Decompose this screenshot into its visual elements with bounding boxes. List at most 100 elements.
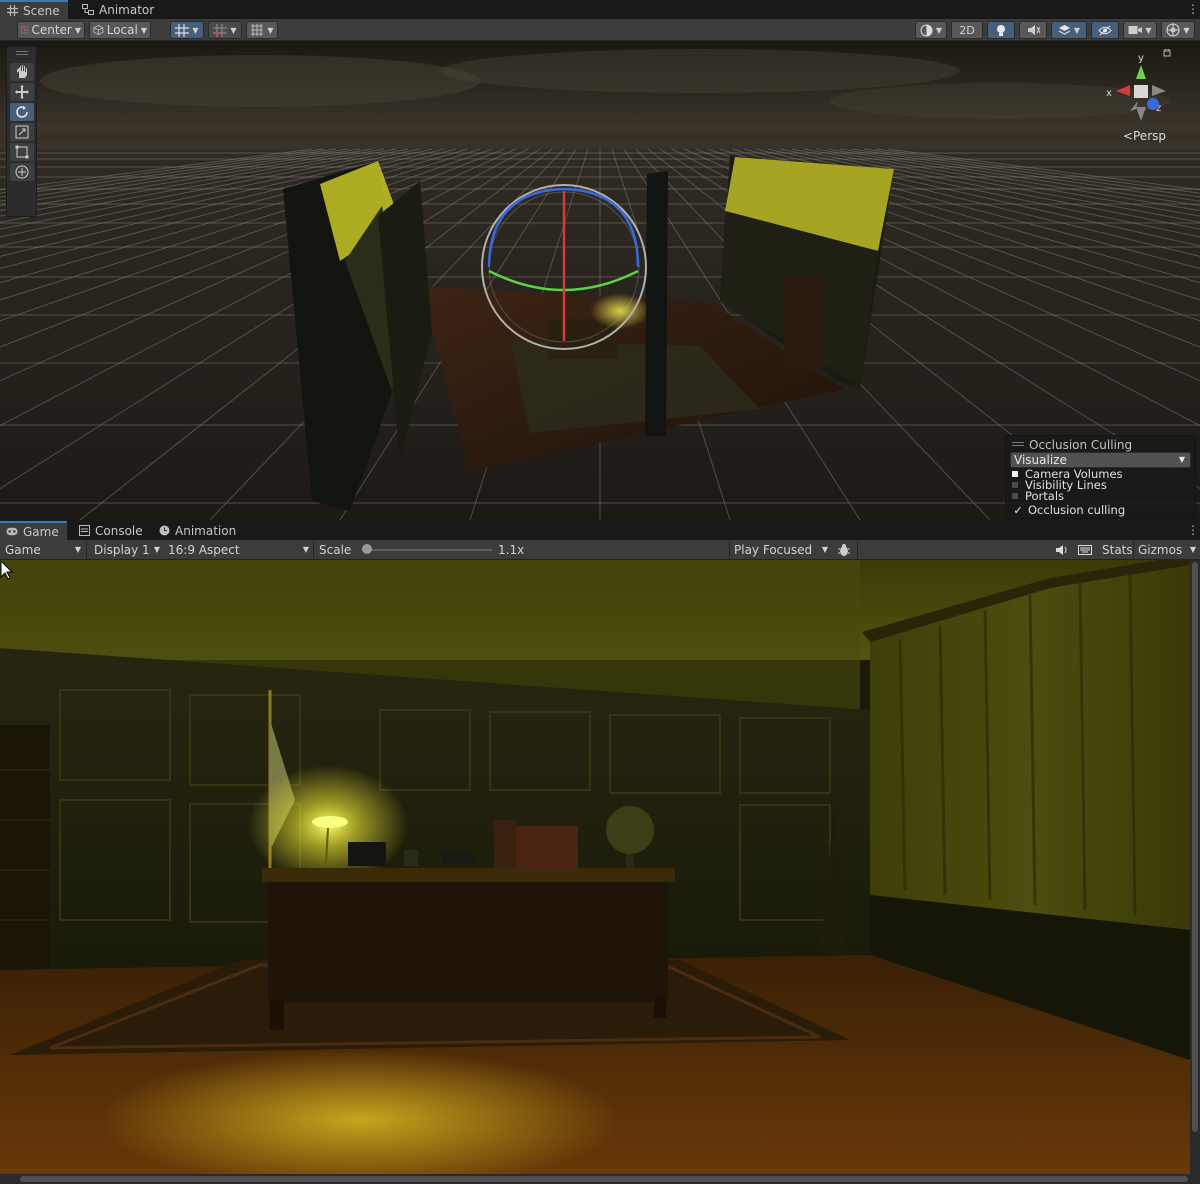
chevron-down-icon: ▼ [140,25,147,35]
horizontal-scrollbar[interactable] [0,1174,1200,1184]
snap-icon [213,23,228,37]
chevron-down-icon: ▼ [1145,25,1152,35]
tab-animator[interactable]: Animator [76,0,162,19]
effects-layers-icon [1058,25,1071,35]
rect-tool-button[interactable] [10,143,34,161]
tab-game[interactable]: Game [0,521,67,540]
drag-handle-icon[interactable] [16,51,28,55]
stats-button[interactable]: Stats [1097,541,1133,559]
chevron-down-icon: ▼ [1073,25,1081,35]
chevron-down-icon: ▼ [1178,455,1185,464]
legend-swatch [1012,493,1018,499]
scene-toolbar: Center ▼ Local ▼ ▼ ▼ ▼ ▼ 2D ▼ ▼ ▼ [0,19,1200,41]
tool-strip [6,46,37,217]
tab-scene-label: Scene [23,3,60,18]
toggle-2d-button[interactable]: 2D [951,21,983,39]
chevron-down-icon: ▼ [192,25,199,35]
snap-increment-button[interactable]: ▼ [208,21,242,39]
game-render [0,560,1200,1184]
scene-tab-bar: Scene Animator ⋮ [0,0,1200,19]
frame-debugger-button[interactable] [834,541,856,559]
gizmos-label: Gizmos [1138,543,1183,557]
play-mode-select[interactable]: Play Focused ▼ [729,541,831,559]
occlusion-mode-select[interactable]: Visualize ▼ [1010,452,1191,468]
chevron-down-icon: ▼ [230,25,237,35]
pivot-rotation-dropdown[interactable]: Local ▼ [89,21,151,39]
scale-slider-track[interactable] [362,549,492,551]
tab-console[interactable]: Console [72,521,151,540]
grid-plane-icon [251,24,264,36]
scene-more-icon[interactable]: ⋮ [1187,2,1199,16]
legend-swatch [1012,471,1018,477]
display-select-value: Display 1 [94,543,150,557]
drag-handle-icon[interactable] [1012,442,1024,446]
scene-visibility-button[interactable] [1091,21,1119,39]
toolbar-divider [86,541,87,559]
toggle-2d-label: 2D [959,23,975,37]
scene-viewport[interactable]: y x z <Persp Occlusion Culling Visualize… [0,41,1200,520]
tab-animation[interactable]: Animation [152,521,244,540]
axis-y-label: y [1138,53,1144,64]
gizmo-globe-icon [1166,23,1180,37]
gizmos-dropdown[interactable]: ▼ [1161,21,1195,39]
shading-sphere-icon [920,24,933,36]
scale-slider-thumb[interactable] [362,544,372,554]
eye-hidden-icon [1098,25,1112,35]
transform-globe-icon [15,165,29,179]
tab-scene[interactable]: Scene [0,0,68,19]
move-arrows-icon [15,85,29,99]
keyboard-icon [1078,545,1092,555]
view-select-value: Game [5,543,41,557]
scrollbar-thumb[interactable] [1192,562,1198,1132]
chevron-down-icon: ▼ [1189,545,1196,554]
projection-text: Persp [1133,129,1166,143]
projection-label[interactable]: <Persp [1123,129,1166,143]
occlusion-mode-value: Visualize [1014,453,1067,467]
legend-label: Portals [1025,489,1065,503]
grid-snap-button[interactable]: ▼ [170,21,204,39]
chevron-down-icon: ▼ [153,545,160,554]
effects-dropdown[interactable]: ▼ [1051,21,1087,39]
occlusion-culling-toggle[interactable]: ✓ Occlusion culling [1012,503,1125,517]
gizmos-select[interactable]: Gizmos ▼ [1133,541,1199,559]
gamepad-icon [6,526,18,538]
chevron-down-icon: ▼ [821,545,828,554]
grid-visibility-button[interactable]: ▼ [246,21,278,39]
scene-camera-dropdown[interactable]: ▼ [1123,21,1157,39]
lighting-toggle-button[interactable] [987,21,1015,39]
audio-toggle-button[interactable] [1019,21,1047,39]
persp-icon: < [1122,129,1133,143]
occlusion-culling-overlay: Occlusion Culling Visualize ▼ Camera Vol… [1005,435,1196,519]
chevron-down-icon: ▼ [302,545,309,554]
scale-tool-button[interactable] [10,123,34,141]
vertical-scrollbar[interactable] [1190,560,1200,1174]
draw-mode-dropdown[interactable]: ▼ [915,21,947,39]
pivot-mode-label: Center [31,23,72,37]
transform-tool-button[interactable] [10,163,34,181]
toolbar-divider [857,541,858,559]
chevron-down-icon: ▼ [1183,25,1190,35]
grid-snap-icon [175,23,190,37]
display-select[interactable]: Display 1 ▼ [89,541,163,559]
tab-animation-label: Animation [175,523,237,538]
aspect-select-value: 16:9 Aspect [168,543,240,557]
aspect-select[interactable]: 16:9 Aspect ▼ [163,541,312,559]
occlusion-panel-title: Occlusion Culling [1029,438,1133,452]
game-more-icon[interactable]: ⋮ [1187,523,1199,537]
hand-tool-button[interactable] [10,63,34,81]
pivot-mode-dropdown[interactable]: Center ▼ [17,21,85,39]
checkmark-icon[interactable]: ✓ [1012,504,1024,517]
scrollbar-thumb[interactable] [20,1176,1188,1182]
game-tab-bar: Game Console Animation ⋮ [0,521,1200,540]
view-select[interactable]: Game ▼ [0,541,84,559]
move-tool-button[interactable] [10,83,34,101]
rotate-tool-button[interactable] [10,103,34,121]
rotate-icon [16,106,28,118]
shortcuts-button[interactable] [1075,541,1097,559]
cube-icon [93,25,104,35]
clock-icon [158,525,170,537]
play-mode-value: Play Focused [734,543,813,557]
game-viewport[interactable] [0,560,1200,1184]
audio-mute-button[interactable] [1052,541,1074,559]
orientation-gizmo[interactable]: y x z [1106,49,1186,161]
